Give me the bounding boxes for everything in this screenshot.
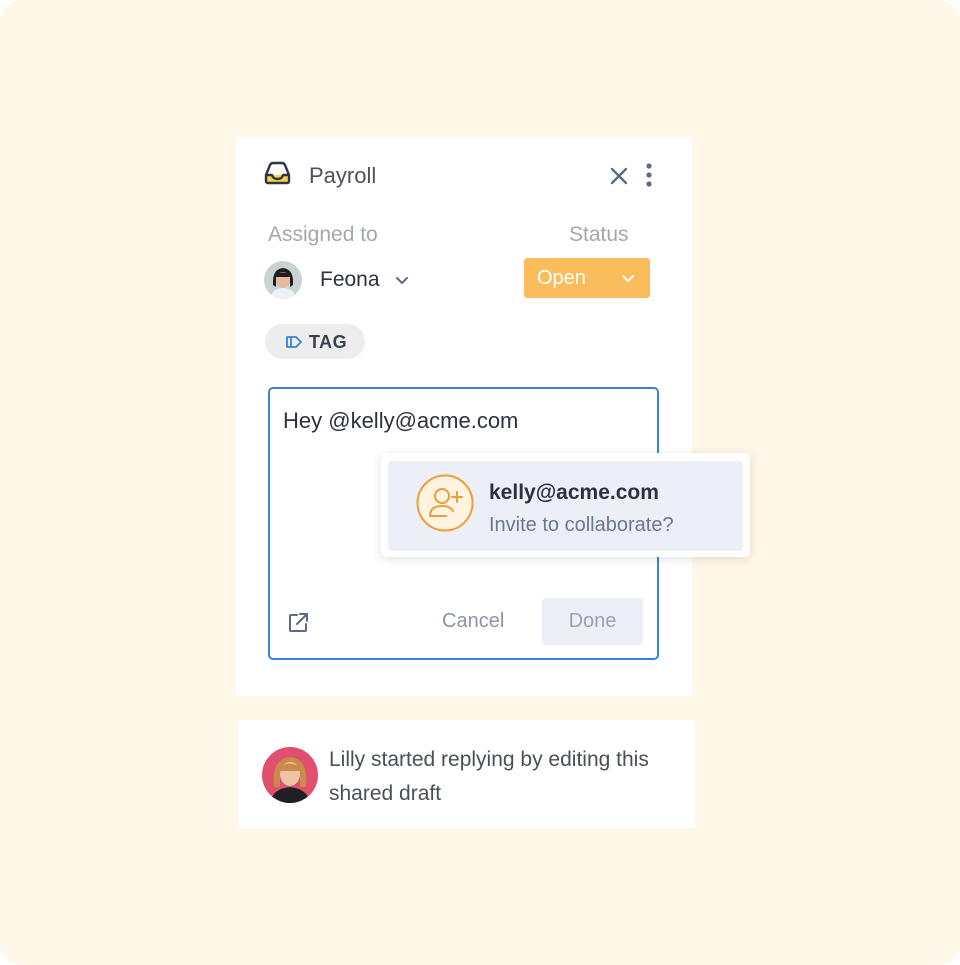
- conversation-panel: Payroll Assigned to Status Feona Open TA…: [236, 137, 692, 696]
- tag-label: TAG: [309, 332, 348, 352]
- tag-button[interactable]: TAG: [265, 324, 365, 359]
- tag-icon: [286, 336, 302, 348]
- close-icon[interactable]: [608, 165, 630, 187]
- assignee-name: Feona: [320, 268, 380, 291]
- assigned-to-label: Assigned to: [268, 223, 378, 246]
- status-value: Open: [537, 267, 586, 289]
- conversation-title: Payroll: [309, 163, 377, 188]
- inbox-icon: [264, 161, 291, 185]
- avatar: [262, 747, 318, 803]
- activity-notice: Lilly started replying by editing this s…: [238, 720, 695, 828]
- suggestion-subtitle: Invite to collaborate?: [489, 514, 674, 536]
- status-dropdown[interactable]: Open: [524, 258, 650, 298]
- invite-suggestion-item[interactable]: kelly@acme.com Invite to collaborate?: [388, 461, 743, 551]
- status-label: Status: [569, 223, 629, 246]
- comment-input[interactable]: Hey @kelly@acme.com: [283, 408, 518, 434]
- open-external-icon[interactable]: [286, 611, 310, 635]
- mention-suggestion-popup: kelly@acme.com Invite to collaborate?: [381, 453, 750, 557]
- suggestion-email: kelly@acme.com: [489, 481, 659, 504]
- more-vertical-icon[interactable]: [642, 162, 656, 188]
- cancel-button[interactable]: Cancel: [442, 610, 504, 633]
- avatar: [264, 261, 302, 299]
- assignee-dropdown[interactable]: Feona: [264, 259, 424, 299]
- activity-message: Lilly started replying by editing this s…: [329, 748, 649, 805]
- chevron-down-icon: [396, 277, 408, 284]
- done-button[interactable]: Done: [542, 598, 643, 645]
- add-user-icon: [416, 474, 474, 532]
- chevron-down-icon: [622, 275, 634, 282]
